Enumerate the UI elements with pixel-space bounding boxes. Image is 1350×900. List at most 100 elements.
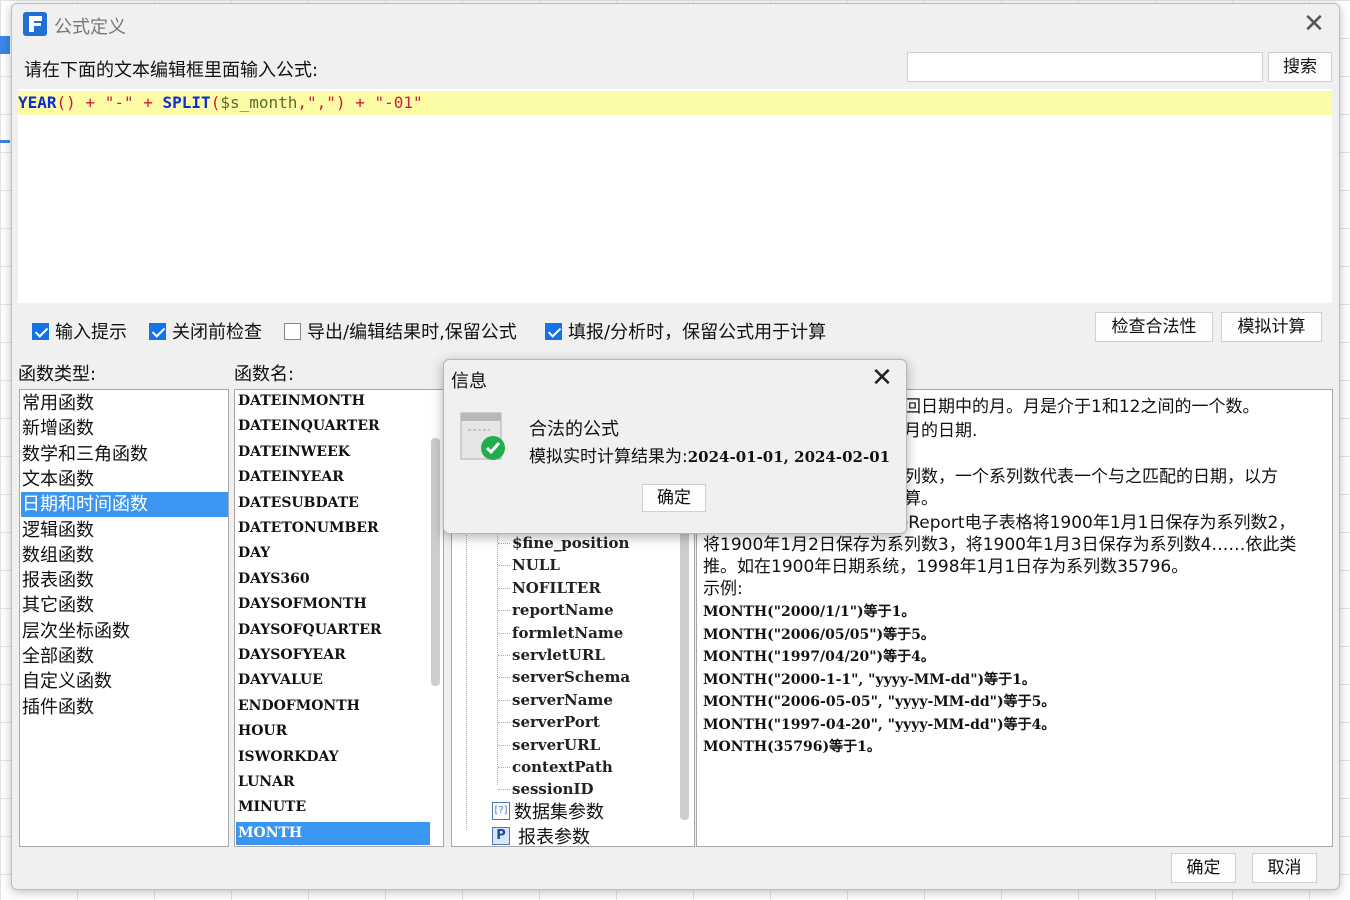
variable-item[interactable]: formletName — [512, 622, 623, 644]
checkbox-checked-icon[interactable] — [545, 322, 562, 340]
tree-guide-line — [498, 744, 510, 746]
search-button[interactable]: 搜索 — [1268, 52, 1332, 82]
function-type-item[interactable]: 文本函数 — [21, 467, 228, 492]
function-type-item[interactable]: 全部函数 — [21, 644, 228, 669]
keep-on-export-label: 导出/编辑结果时,保留公式 — [307, 322, 517, 343]
description-line: MONTH("1997/04/20")等于4。 — [703, 649, 935, 665]
function-type-item[interactable]: 常用函数 — [21, 391, 228, 416]
formula-editor[interactable]: YEAR() + "-" + SPLIT($s_month,",") + "-0… — [18, 89, 1332, 303]
function-name-item[interactable]: DATETONUMBER — [236, 517, 430, 540]
variable-item[interactable]: serverName — [512, 689, 613, 711]
keep-on-export-checkbox[interactable]: 导出/编辑结果时,保留公式 — [284, 318, 517, 344]
formula-token: SPLIT — [162, 93, 211, 112]
formula-editor-line[interactable]: YEAR() + "-" + SPLIT($s_month,",") + "-0… — [18, 91, 1332, 115]
function-name-item[interactable]: DAYSOFYEAR — [236, 644, 430, 667]
checkbox-checked-icon[interactable] — [32, 322, 49, 340]
function-list-scrollbar[interactable] — [431, 438, 440, 686]
variable-item[interactable]: serverURL — [512, 734, 600, 756]
success-icon — [460, 412, 505, 460]
variable-item[interactable]: NULL — [512, 554, 560, 576]
message-valid-text: 合法的公式 — [529, 419, 619, 440]
function-type-list[interactable]: 常用函数 新增函数 数学和三角函数 文本函数 日期和时间函数 逻辑函数 数组函数 报表函数 其它… — [19, 389, 229, 847]
function-type-item[interactable]: 数学和三角函数 — [21, 442, 228, 467]
function-name-item[interactable]: LUNAR — [236, 771, 430, 794]
message-ok-button[interactable]: 确定 — [642, 484, 706, 512]
checkbox-unchecked-icon[interactable] — [284, 322, 301, 340]
function-name-item[interactable]: DATEINYEAR — [236, 466, 430, 489]
background-selection-marker-2 — [0, 140, 10, 143]
formula-token: () — [56, 93, 76, 112]
function-type-item[interactable]: 层次坐标函数 — [21, 619, 228, 644]
function-name-item[interactable]: HOUR — [236, 720, 430, 743]
function-name-item[interactable]: ISWORKDAY — [236, 746, 430, 769]
function-name-item[interactable]: DATESUBDATE — [236, 492, 430, 515]
check-before-close-checkbox[interactable]: 关闭前检查 — [149, 318, 262, 344]
function-type-item[interactable]: 数组函数 — [21, 543, 228, 568]
tree-guide-line — [498, 722, 510, 724]
formula-token: "-01" — [374, 93, 423, 112]
tree-guide-line — [498, 789, 510, 791]
variable-item[interactable]: sessionID — [512, 778, 594, 800]
tree-guide-line — [498, 767, 510, 768]
function-name-item[interactable]: DAYVALUE — [236, 669, 430, 692]
function-type-item[interactable]: 日期和时间函数 — [21, 492, 228, 518]
tree-guide-line — [498, 699, 510, 701]
function-name-item[interactable]: MINUTE — [236, 796, 430, 819]
variable-item[interactable]: reportName — [512, 599, 614, 621]
function-type-item[interactable]: 报表函数 — [21, 568, 228, 593]
keep-on-fill-label: 填报/分析时，保留公式用于计算 — [568, 322, 827, 343]
formula-token: ) — [335, 93, 346, 112]
tree-node-dataset-params[interactable]: [?] 数据集参数 — [492, 798, 604, 824]
description-line: neReport电子表格将1900年1月1日保存为系列数2， — [887, 513, 1296, 533]
description-line: 推。如在1900年日期系统，1998年1月1日存为系列数35796。 — [703, 557, 1189, 577]
variable-item[interactable]: serverPort — [512, 711, 600, 733]
variable-tree-scrollbar[interactable] — [680, 510, 689, 820]
variable-item[interactable]: servletURL — [512, 644, 605, 666]
formula-token: , — [297, 93, 308, 112]
variable-item[interactable]: serverSchema — [512, 666, 630, 688]
formula-token: + — [133, 93, 163, 112]
function-name-item[interactable]: DAYS360 — [236, 568, 430, 591]
keep-on-fill-checkbox[interactable]: 填报/分析时，保留公式用于计算 — [545, 318, 826, 344]
description-line: MONTH("1997-04-20", "yyyy-MM-dd")等于4。 — [703, 717, 1056, 733]
check-validity-button[interactable]: 检查合法性 — [1095, 312, 1213, 342]
function-name-item[interactable]: DAYSOFMONTH — [236, 593, 430, 616]
ok-button[interactable]: 确定 — [1171, 853, 1236, 883]
variable-item[interactable]: $fine_position — [512, 532, 629, 554]
function-name-list[interactable]: DATEINMONTH DATEINQUARTER DATEINWEEK DATEIN… — [234, 389, 444, 847]
function-name-item[interactable]: DAYSOFQUARTER — [236, 619, 430, 642]
function-type-item[interactable]: 新增函数 — [21, 416, 228, 441]
formula-token: + — [75, 93, 105, 112]
background-selection-marker — [0, 36, 10, 54]
search-input[interactable] — [907, 52, 1263, 82]
function-name-item[interactable]: MONTH — [236, 821, 430, 845]
result-label: 模拟实时计算结果为: — [529, 447, 688, 467]
variable-item[interactable]: contextPath — [512, 756, 613, 778]
check-before-close-label: 关闭前检查 — [172, 322, 262, 343]
variable-item[interactable]: NOFILTER — [512, 577, 601, 599]
function-name-item[interactable]: DATEINWEEK — [236, 441, 430, 464]
formula-token: $s_month — [220, 93, 298, 112]
tree-guide-line — [466, 520, 467, 830]
dialog-titlebar: 公式定义 ✕ — [12, 4, 1339, 44]
function-type-item[interactable]: 插件函数 — [21, 695, 228, 720]
close-icon[interactable]: ✕ — [1301, 11, 1327, 38]
function-type-item[interactable]: 其它函数 — [21, 593, 228, 618]
function-name-item[interactable]: DATEINQUARTER — [236, 415, 430, 438]
checkbox-checked-icon[interactable] — [149, 322, 166, 340]
cancel-button[interactable]: 取消 — [1252, 853, 1317, 883]
result-value: 2024-01-01, 2024-02-01 — [687, 448, 891, 466]
function-type-item[interactable]: 逻辑函数 — [21, 518, 228, 543]
tree-node-report-params[interactable]: P 报表参数 — [492, 823, 590, 846]
function-name-item[interactable]: DAY — [236, 542, 430, 565]
function-name-item[interactable]: ENDOFMONTH — [236, 695, 430, 718]
function-type-item[interactable]: 自定义函数 — [21, 669, 228, 694]
input-hint-label: 输入提示 — [55, 322, 127, 343]
function-name-item[interactable]: DATEINMONTH — [236, 390, 430, 413]
input-hint-checkbox[interactable]: 输入提示 — [32, 318, 127, 344]
dialog-title: 公式定义 — [54, 17, 126, 38]
close-icon[interactable]: ✕ — [870, 364, 894, 392]
simulate-button[interactable]: 模拟计算 — [1221, 312, 1322, 342]
tree-guide-line — [498, 565, 510, 567]
tree-guide-line — [498, 655, 510, 656]
